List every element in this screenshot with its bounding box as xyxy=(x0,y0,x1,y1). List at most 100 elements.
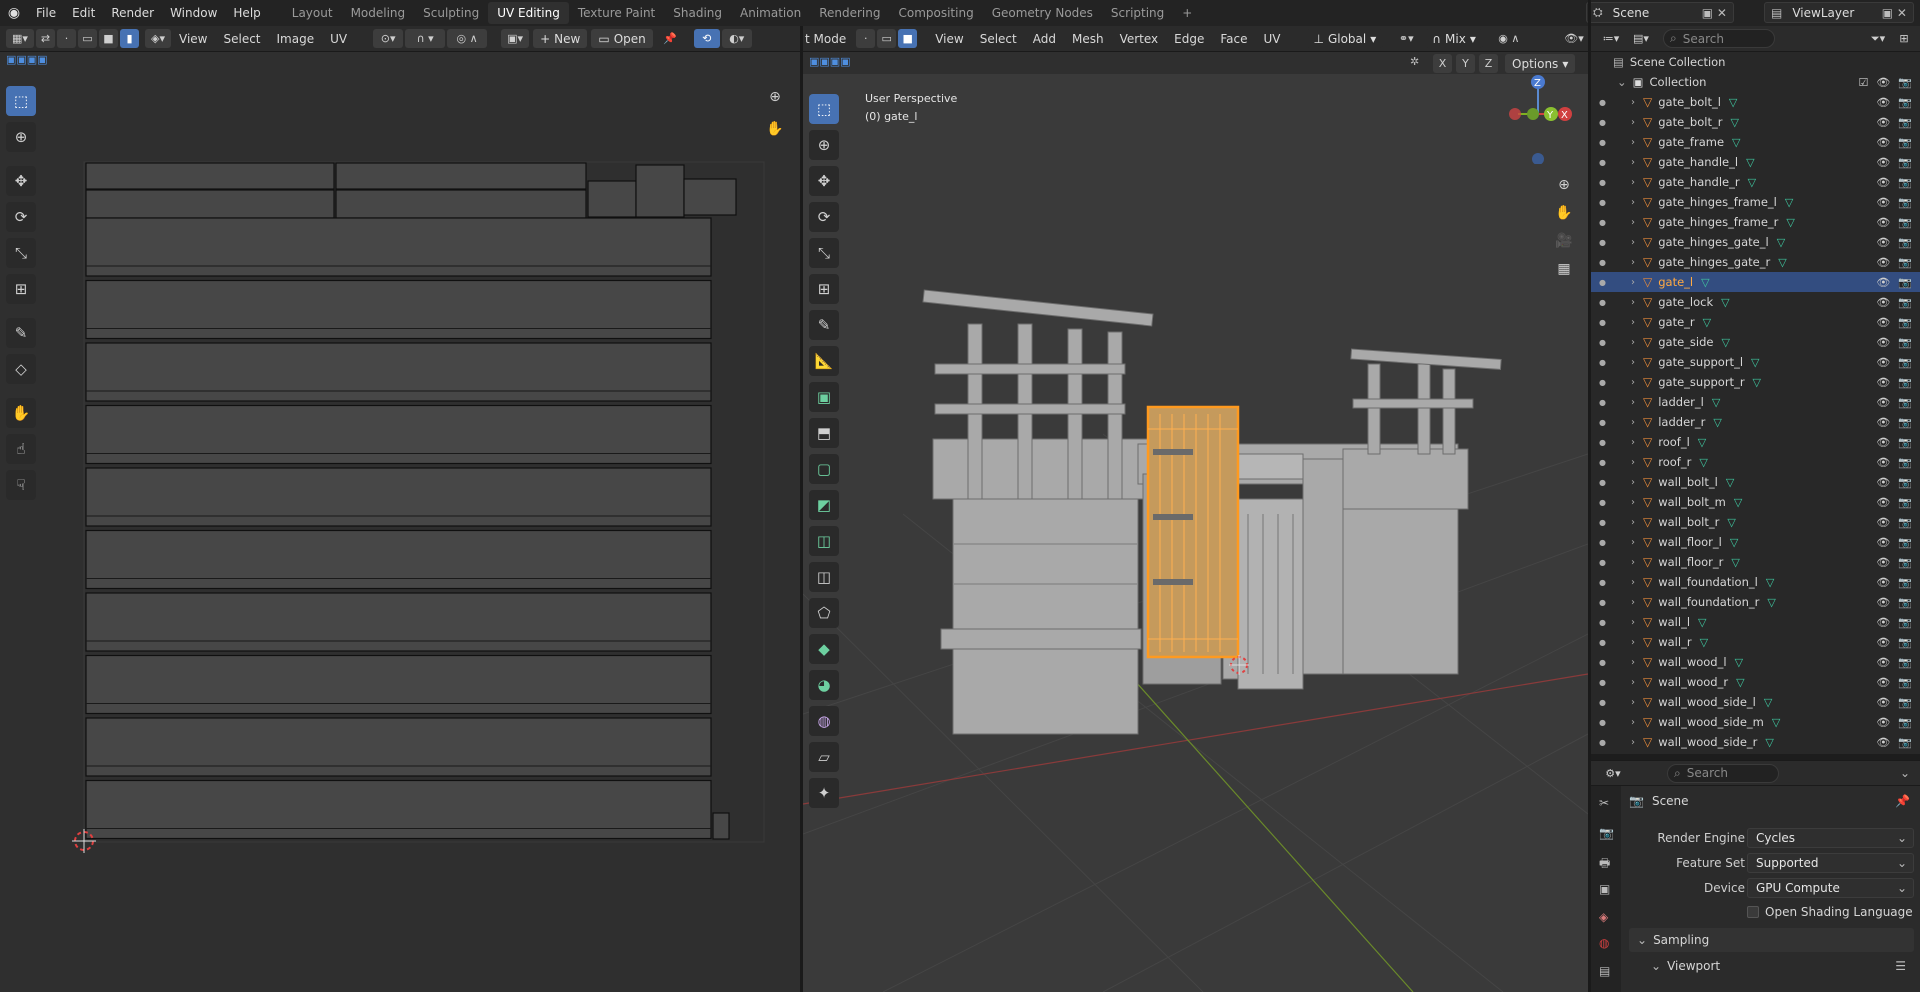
collection-row[interactable]: ⌄ ▣ Collection ☑ 👁 📷 xyxy=(1591,72,1920,92)
vp-scale-tool-icon[interactable]: ⤡ xyxy=(809,238,839,268)
visibility-eye-icon[interactable]: 👁 xyxy=(1876,196,1890,209)
mesh-data-icon[interactable]: ▽ xyxy=(1767,596,1775,609)
vp-pan-icon[interactable]: ✋ xyxy=(1551,200,1577,226)
overlay-icon[interactable]: ◐▾ xyxy=(721,29,752,48)
visibility-eye-icon[interactable]: 👁 xyxy=(1876,236,1890,249)
mesh-data-icon[interactable]: ▽ xyxy=(1764,696,1772,709)
mesh-data-icon[interactable]: ▽ xyxy=(1701,276,1709,289)
tab-sculpting[interactable]: Sculpting xyxy=(414,2,488,24)
uv-island-top-2[interactable] xyxy=(335,162,587,190)
relax-tool-icon[interactable]: ☝ xyxy=(6,434,36,464)
outliner-item[interactable]: ● › ▽ wall_floor_r ▽ 👁 📷 xyxy=(1591,552,1920,572)
spin-tool-icon[interactable]: ◆ xyxy=(809,634,839,664)
outliner-item[interactable]: ● › ▽ gate_hinges_gate_r ▽ 👁 📷 xyxy=(1591,252,1920,272)
proportional-edit-icon[interactable]: ◎ ∧ xyxy=(447,29,488,48)
object-dot-icon[interactable]: ● xyxy=(1599,178,1606,187)
world-tab-icon[interactable]: ◍ xyxy=(1599,936,1609,950)
visibility-eye-icon[interactable]: 👁 xyxy=(1876,316,1890,329)
visibility-eye-icon[interactable]: 👁 xyxy=(1876,716,1890,729)
visibility-eye-icon[interactable]: 👁 xyxy=(1876,276,1890,289)
expand-arrow-icon[interactable]: › xyxy=(1631,117,1635,128)
mesh-data-icon[interactable]: ▽ xyxy=(1698,436,1706,449)
outliner-item[interactable]: ● › ▽ wall_wood_side_r ▽ 👁 📷 xyxy=(1591,732,1920,752)
render-camera-icon[interactable]: 📷 xyxy=(1898,196,1912,209)
uv-island-corner[interactable] xyxy=(712,812,730,840)
snap-mode[interactable]: ∩ Mix ▾ xyxy=(1425,29,1483,48)
expand-arrow-icon[interactable]: › xyxy=(1631,477,1635,488)
outliner-item[interactable]: ● › ▽ wall_wood_side_m ▽ 👁 📷 xyxy=(1591,712,1920,732)
editor-type-icon[interactable]: ▦▾ xyxy=(6,29,34,48)
expand-arrow-icon[interactable]: › xyxy=(1631,637,1635,648)
vp-menu-vertex[interactable]: Vertex xyxy=(1112,32,1167,46)
vp-menu-face[interactable]: Face xyxy=(1212,32,1255,46)
outliner-item[interactable]: ● › ▽ gate_hinges_frame_r ▽ 👁 📷 xyxy=(1591,212,1920,232)
mesh-data-icon[interactable]: ▽ xyxy=(1766,576,1774,589)
tab-scripting[interactable]: Scripting xyxy=(1102,2,1173,24)
device-dropdown[interactable]: GPU Compute ⌄ xyxy=(1747,878,1914,898)
expand-arrow-icon[interactable]: › xyxy=(1631,697,1635,708)
sync-selection-icon[interactable]: ⇄ xyxy=(36,29,55,48)
render-engine-dropdown[interactable]: Cycles ⌄ xyxy=(1747,828,1914,848)
rip-tool-icon[interactable]: ◇ xyxy=(6,354,36,384)
edge-select-icon[interactable]: ▭ xyxy=(78,29,97,48)
mirror-z-toggle[interactable]: Z xyxy=(1479,54,1498,73)
expand-arrow-icon[interactable]: › xyxy=(1631,357,1635,368)
scene-collection-row[interactable]: ▤ Scene Collection xyxy=(1591,52,1920,72)
options-dropdown[interactable]: Options ▾ xyxy=(1505,54,1576,73)
tab-texture-paint[interactable]: Texture Paint xyxy=(569,2,664,24)
osl-checkbox[interactable] xyxy=(1747,906,1759,918)
object-dot-icon[interactable]: ● xyxy=(1599,278,1606,287)
uv-island-strip[interactable] xyxy=(85,592,712,652)
camera-view-icon[interactable]: 🎥 xyxy=(1551,228,1577,254)
object-dot-icon[interactable]: ● xyxy=(1599,418,1606,427)
expand-arrow-icon[interactable]: › xyxy=(1631,297,1635,308)
uv-island-small-3[interactable] xyxy=(683,178,737,216)
mesh-data-icon[interactable]: ▽ xyxy=(1726,476,1734,489)
render-camera-icon[interactable]: 📷 xyxy=(1898,116,1912,129)
transform-tool-icon[interactable]: ⊞ xyxy=(6,274,36,304)
expand-arrow-icon[interactable]: › xyxy=(1631,657,1635,668)
viewport-subpanel[interactable]: ⌄ Viewport ☰ xyxy=(1629,954,1914,978)
expand-arrow-icon[interactable]: › xyxy=(1631,337,1635,348)
outliner-item[interactable]: ● › ▽ gate_hinges_frame_l ▽ 👁 📷 xyxy=(1591,192,1920,212)
uv-menu-uv[interactable]: UV xyxy=(322,32,355,46)
ortho-toggle-icon[interactable]: ▦ xyxy=(1551,256,1577,282)
outliner-item[interactable]: ● › ▽ wall_wood_side_l ▽ 👁 📷 xyxy=(1591,692,1920,712)
outliner-item[interactable]: ● › ▽ ladder_l ▽ 👁 📷 xyxy=(1591,392,1920,412)
menu-render[interactable]: Render xyxy=(103,6,162,20)
new-image-button[interactable]: + New xyxy=(533,29,588,48)
add-cube-tool-icon[interactable]: ▣ xyxy=(809,382,839,412)
render-camera-icon[interactable]: 📷 xyxy=(1898,716,1912,729)
render-camera-icon[interactable]: 📷 xyxy=(1898,296,1912,309)
mesh-data-icon[interactable]: ▽ xyxy=(1786,216,1794,229)
render-camera-icon[interactable]: 📷 xyxy=(1898,216,1912,229)
mesh-data-icon[interactable]: ▽ xyxy=(1700,636,1708,649)
vp-rotate-tool-icon[interactable]: ⟳ xyxy=(809,202,839,232)
vp-menu-add[interactable]: Add xyxy=(1025,32,1064,46)
pivot-icon[interactable]: ⊙▾ xyxy=(373,29,404,48)
mesh-data-icon[interactable]: ▽ xyxy=(1721,336,1729,349)
mesh-data-icon[interactable]: ▽ xyxy=(1730,116,1738,129)
extrude-tool-icon[interactable]: ⬒ xyxy=(809,418,839,448)
object-dot-icon[interactable]: ● xyxy=(1599,318,1606,327)
object-dot-icon[interactable]: ● xyxy=(1599,658,1606,667)
outliner-item[interactable]: ● › ▽ gate_support_l ▽ 👁 📷 xyxy=(1591,352,1920,372)
collection-visibility-icon[interactable]: 👁 xyxy=(1876,76,1890,89)
new-collection-icon[interactable]: ⊞ xyxy=(1894,29,1914,48)
collection-render-icon[interactable]: 📷 xyxy=(1898,76,1912,89)
visibility-eye-icon[interactable]: 👁 xyxy=(1876,376,1890,389)
object-dot-icon[interactable]: ● xyxy=(1599,438,1606,447)
visibility-eye-icon[interactable]: 👁 xyxy=(1876,696,1890,709)
visibility-eye-icon[interactable]: 👁 xyxy=(1876,576,1890,589)
pivot-point-icon[interactable]: ⚭▾ xyxy=(1391,29,1421,48)
tab-layout[interactable]: Layout xyxy=(283,2,342,24)
pin-icon[interactable]: 📌 xyxy=(661,29,680,48)
object-dot-icon[interactable]: ● xyxy=(1599,678,1606,687)
expand-arrow-icon[interactable]: › xyxy=(1631,137,1635,148)
outliner-item[interactable]: ● › ▽ gate_side ▽ 👁 📷 xyxy=(1591,332,1920,352)
visibility-eye-icon[interactable]: 👁 xyxy=(1876,256,1890,269)
expand-arrow-icon[interactable]: › xyxy=(1631,277,1635,288)
mesh-data-icon[interactable]: ▽ xyxy=(1731,556,1739,569)
render-camera-icon[interactable]: 📷 xyxy=(1898,316,1912,329)
render-camera-icon[interactable]: 📷 xyxy=(1898,656,1912,669)
